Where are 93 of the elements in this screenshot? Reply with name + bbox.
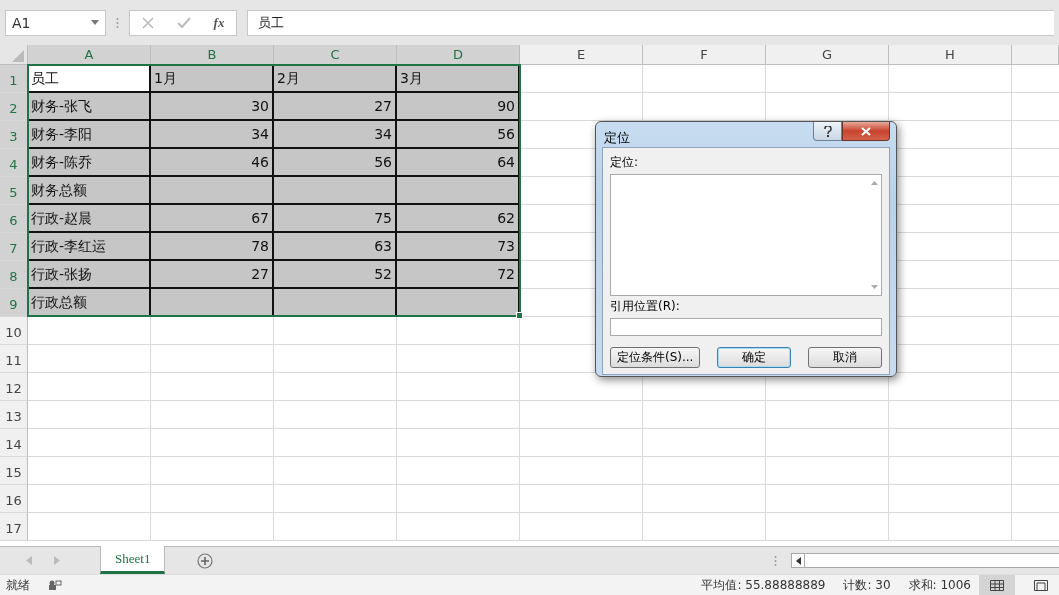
insert-function-button[interactable]: fx	[213, 14, 225, 31]
table-cell: 78	[151, 233, 274, 261]
column-header[interactable]: E	[520, 45, 643, 64]
status-text: 就绪	[6, 576, 30, 594]
table-cell: 2月	[274, 65, 397, 93]
column-header[interactable]	[1012, 45, 1059, 64]
goto-list[interactable]	[610, 174, 882, 296]
row-header[interactable]: 10	[0, 317, 28, 345]
name-box[interactable]: A1	[5, 9, 106, 36]
table-cell: 63	[274, 233, 397, 261]
dialog-button[interactable]: 确定	[717, 347, 792, 368]
check-icon[interactable]	[176, 16, 191, 29]
table-cell: 27	[274, 93, 397, 121]
help-button[interactable]	[813, 122, 842, 141]
column-header[interactable]: F	[643, 45, 766, 64]
table-cell: 46	[151, 149, 274, 177]
page-icon	[1034, 579, 1048, 591]
row-header[interactable]: 15	[0, 457, 28, 485]
table-cell: 34	[274, 121, 397, 149]
table-cell: 30	[151, 93, 274, 121]
table-cell: 75	[274, 205, 397, 233]
table-cell: 行政-张扬	[28, 261, 151, 289]
row-header[interactable]: 13	[0, 401, 28, 429]
table-cell: 财务-陈乔	[28, 149, 151, 177]
table-cell: 行政总额	[28, 289, 151, 317]
table-cell: 72	[397, 261, 520, 289]
cancel-icon[interactable]	[141, 16, 154, 29]
row-header[interactable]: 17	[0, 513, 28, 541]
table-cell: 财务-李阳	[28, 121, 151, 149]
sheet-tab[interactable]: Sheet1	[100, 545, 166, 574]
table-cell: 员工	[28, 65, 151, 93]
macro-icon[interactable]	[48, 580, 62, 590]
close-icon	[861, 126, 871, 136]
row-header[interactable]: 16	[0, 485, 28, 513]
close-button[interactable]	[842, 122, 890, 141]
reference-field[interactable]	[610, 318, 882, 336]
table-cell: 财务总额	[28, 177, 151, 205]
table-cell: 财务-张飞	[28, 93, 151, 121]
up-arrow-icon[interactable]	[870, 181, 878, 185]
table-cell: 90	[397, 93, 520, 121]
row-header[interactable]: 11	[0, 345, 28, 373]
column-header[interactable]: A	[28, 45, 151, 64]
table-cell: 行政-赵晨	[28, 205, 151, 233]
grid-icon	[990, 579, 1004, 591]
row-header[interactable]: 6	[0, 205, 28, 233]
formula-field[interactable]: 员工	[247, 9, 1054, 36]
row-header[interactable]: 2	[0, 93, 28, 121]
dialog-button[interactable]: 取消	[808, 347, 882, 368]
grip-icon	[774, 554, 777, 567]
table-cell: 52	[274, 261, 397, 289]
table-cell: 67	[151, 205, 274, 233]
table-cell: 34	[151, 121, 274, 149]
dialog-title: 定位	[604, 129, 630, 147]
row-header[interactable]: 9	[0, 289, 28, 317]
column-header[interactable]: G	[766, 45, 889, 64]
horizontal-scrollbar[interactable]	[791, 553, 1059, 568]
help-icon	[823, 125, 832, 137]
normal-view-button[interactable]	[979, 574, 1015, 595]
triangle-icon	[12, 50, 24, 62]
row-header[interactable]: 12	[0, 373, 28, 401]
row-header[interactable]: 3	[0, 121, 28, 149]
table-cell: 1月	[151, 65, 274, 93]
table-cell: 62	[397, 205, 520, 233]
column-header[interactable]: D	[397, 45, 520, 64]
table-cell: 3月	[397, 65, 520, 93]
row-header[interactable]: 4	[0, 149, 28, 177]
left-arrow-icon	[795, 556, 801, 565]
column-header[interactable]: C	[274, 45, 397, 64]
table-cell: 27	[151, 261, 274, 289]
column-header[interactable]: H	[889, 45, 1012, 64]
grip-icon	[116, 16, 119, 29]
row-header[interactable]: 14	[0, 429, 28, 457]
table-cell: 56	[397, 121, 520, 149]
sum-text: 求和: 1006	[908, 576, 971, 594]
table-cell: 64	[397, 149, 520, 177]
table-cell: 73	[397, 233, 520, 261]
list-label: 定位:	[610, 154, 640, 171]
row-header[interactable]: 1	[0, 65, 28, 93]
count-text: 计数: 30	[843, 576, 891, 594]
row-header[interactable]: 5	[0, 177, 28, 205]
average-text: 平均值: 55.88888889	[701, 576, 826, 594]
row-header[interactable]: 7	[0, 233, 28, 261]
table-cell: 56	[274, 149, 397, 177]
caret-icon	[91, 20, 99, 25]
scroll-right-icon[interactable]	[54, 556, 60, 565]
reference-label: 引用位置(R):	[610, 298, 681, 315]
row-header[interactable]: 8	[0, 261, 28, 289]
down-arrow-icon[interactable]	[870, 285, 878, 289]
dialog-button[interactable]: 定位条件(S)...	[610, 347, 701, 368]
table-cell: 行政-李红运	[28, 233, 151, 261]
column-header[interactable]: B	[151, 45, 274, 64]
scroll-left-icon[interactable]	[26, 556, 32, 565]
add-sheet-icon[interactable]	[197, 552, 214, 569]
